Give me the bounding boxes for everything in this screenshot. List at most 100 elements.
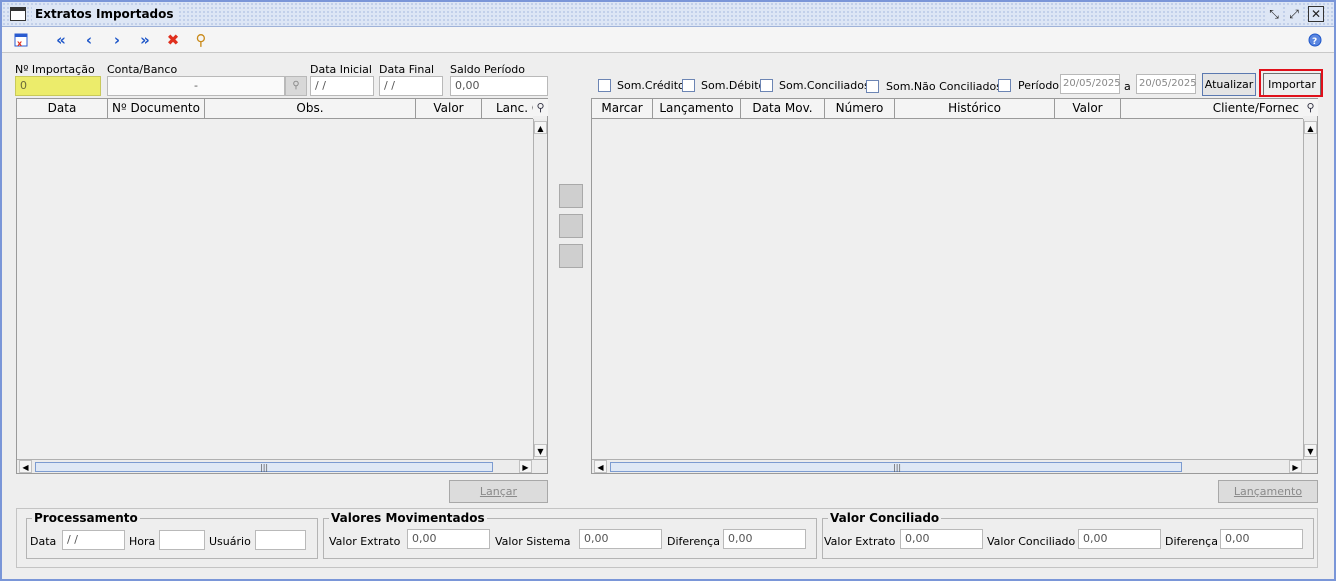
proc-usuario-label: Usuário [209,535,251,548]
scroll-down-icon[interactable]: ▼ [534,444,547,457]
vm-sistema-label: Valor Sistema [495,535,571,548]
right-scroll-thumb[interactable]: ||| [610,462,1182,472]
processamento-title: Processamento [32,511,140,525]
column-settings-icon[interactable]: ⚲ [533,99,548,116]
saldo-field[interactable]: 0,00 [450,76,548,96]
move-right-button[interactable] [559,184,583,208]
importar-highlight [1259,69,1323,97]
conta-label: Conta/Banco [107,63,178,76]
som-nao-conciliados-checkbox[interactable] [866,80,879,93]
periodo-label: Período [1018,79,1060,92]
data-final-field[interactable]: / / [379,76,443,96]
vc-conciliado-field[interactable]: 0,00 [1078,529,1161,549]
help-icon[interactable]: ? [1304,29,1326,51]
left-grid[interactable]: Data Nº Documento Obs. Valor Lanc. C ⚲ ▲… [16,98,548,474]
col-cliente[interactable]: Cliente/Fornec [1121,99,1303,118]
som-credito-checkbox[interactable] [598,79,611,92]
periodo-fim-field[interactable]: 20/05/2025 [1136,74,1197,94]
main-window: Extratos Importados ⤡ ⤢ ✕ x « ‹ › » ✖ ⚲ … [0,0,1336,581]
col-valor[interactable]: Valor [416,99,482,118]
move-all-button[interactable] [559,244,583,268]
grip-icon: ||| [260,463,269,472]
scroll-down-icon[interactable]: ▼ [1304,444,1317,457]
som-debito-checkbox[interactable] [682,79,695,92]
lancamento-button[interactable]: Lançamento [1218,480,1318,503]
col-marcar[interactable]: Marcar [592,99,653,118]
vm-extrato-field[interactable]: 0,00 [407,529,490,549]
proc-hora-label: Hora [129,535,156,548]
left-scroll-thumb[interactable]: ||| [35,462,493,472]
left-grid-header: Data Nº Documento Obs. Valor Lanc. C [17,99,533,119]
vc-extrato-field[interactable]: 0,00 [900,529,983,549]
restore-icon[interactable]: ⤡ [1266,6,1282,22]
scroll-left-icon[interactable]: ◀ [594,460,607,473]
proc-usuario-field[interactable] [255,530,306,550]
vc-extrato-label: Valor Extrato [824,535,896,548]
conta-field[interactable]: - [107,76,285,96]
report-icon[interactable]: x [10,29,32,51]
som-nao-conciliados-label: Som.Não Conciliados [886,80,1002,93]
toolbar: x « ‹ › » ✖ ⚲ ? [2,27,1334,53]
scroll-right-icon[interactable]: ▶ [1289,460,1302,473]
right-grid[interactable]: Marcar Lançamento Data Mov. Número Histó… [591,98,1318,474]
search-icon[interactable]: ⚲ [190,29,212,51]
proc-data-label: Data [30,535,57,548]
col-valor-right[interactable]: Valor [1055,99,1121,118]
scroll-up-icon[interactable]: ▲ [534,121,547,134]
atualizar-button[interactable]: Atualizar [1202,73,1256,96]
scroll-left-icon[interactable]: ◀ [19,460,32,473]
som-conciliados-label: Som.Conciliados [779,79,870,92]
scroll-right-icon[interactable]: ▶ [519,460,532,473]
som-debito-label: Som.Débito [701,79,766,92]
column-settings-icon[interactable]: ⚲ [1303,99,1318,116]
col-lancamento[interactable]: Lançamento [653,99,741,118]
proc-hora-field[interactable] [159,530,205,550]
vm-extrato-label: Valor Extrato [329,535,401,548]
last-record-icon[interactable]: » [134,29,156,51]
conta-search-button[interactable]: ⚲ [285,76,307,96]
previous-record-icon[interactable]: ‹ [78,29,100,51]
periodo-inicio-field[interactable]: 20/05/2025 [1060,74,1121,94]
col-documento[interactable]: Nº Documento [108,99,205,118]
col-data-mov[interactable]: Data Mov. [741,99,825,118]
close-icon[interactable]: ✕ [1308,6,1324,22]
col-historico[interactable]: Histórico [895,99,1055,118]
first-record-icon[interactable]: « [50,29,72,51]
periodo-checkbox[interactable] [998,79,1011,92]
saldo-label: Saldo Período [450,63,526,76]
vm-sistema-field[interactable]: 0,00 [579,529,662,549]
col-numero[interactable]: Número [825,99,895,118]
vc-diferenca-label: Diferença [1165,535,1218,548]
title-bar: Extratos Importados ⤡ ⤢ ✕ [2,2,1334,27]
importacao-field[interactable]: 0 [15,76,101,96]
periodo-separator: a [1124,80,1131,93]
window-title: Extratos Importados [32,7,177,21]
left-horizontal-scrollbar[interactable]: ◀ ||| ▶ [17,459,547,473]
valores-movimentados-title: Valores Movimentados [329,511,487,525]
left-vertical-scrollbar[interactable]: ▲ ▼ [533,119,547,459]
scroll-up-icon[interactable]: ▲ [1304,121,1317,134]
maximize-icon[interactable]: ⤢ [1286,6,1302,22]
vc-diferenca-field[interactable]: 0,00 [1220,529,1303,549]
importacao-label: Nº Importação [15,63,95,76]
proc-data-field[interactable]: / / [62,530,125,550]
svg-text:?: ? [1312,37,1317,47]
delete-icon[interactable]: ✖ [162,29,184,51]
move-left-button[interactable] [559,214,583,238]
valor-conciliado-title: Valor Conciliado [828,511,942,525]
data-final-label: Data Final [379,63,435,76]
data-inicial-field[interactable]: / / [310,76,374,96]
right-horizontal-scrollbar[interactable]: ◀ ||| ▶ [592,459,1317,473]
window-icon [10,7,26,21]
vm-diferenca-field[interactable]: 0,00 [723,529,806,549]
col-data[interactable]: Data [17,99,108,118]
som-conciliados-checkbox[interactable] [760,79,773,92]
next-record-icon[interactable]: › [106,29,128,51]
col-obs[interactable]: Obs. [205,99,416,118]
right-grid-header: Marcar Lançamento Data Mov. Número Histó… [592,99,1303,119]
lancar-button[interactable]: Lançar [449,480,548,503]
col-lanc[interactable]: Lanc. C [482,99,533,118]
right-vertical-scrollbar[interactable]: ▲ ▼ [1303,119,1317,459]
grip-icon: ||| [893,463,902,472]
som-credito-label: Som.Crédito [617,79,685,92]
